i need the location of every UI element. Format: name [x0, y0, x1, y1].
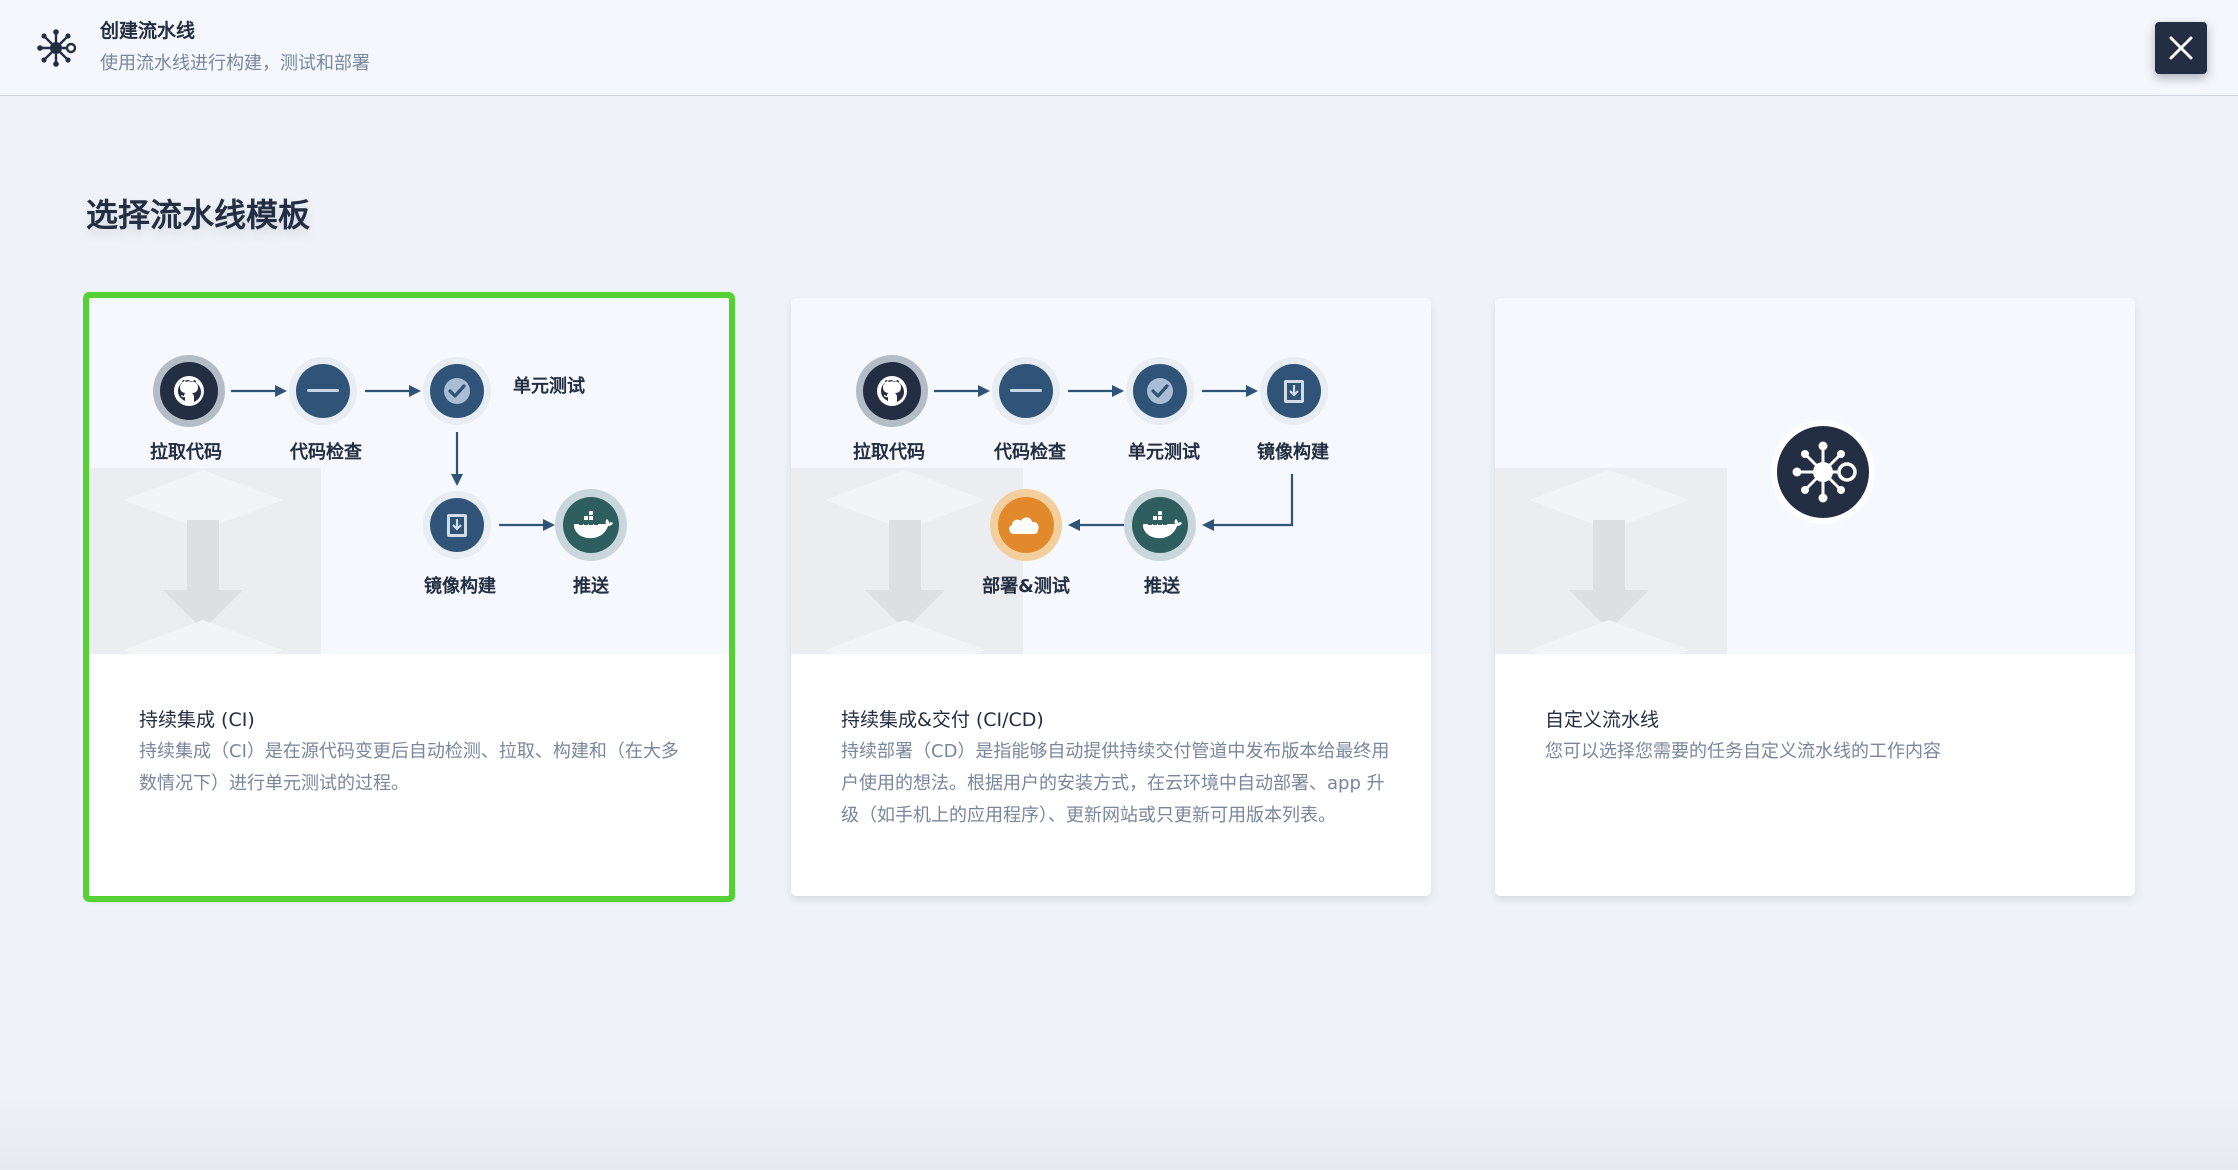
cicd-pipeline-diagram: 拉取代码 代码检查 单元测试 镜像构建 部署&测试 推送	[791, 298, 1431, 654]
close-button[interactable]	[2155, 22, 2207, 74]
github-icon	[153, 355, 225, 427]
sonarqube-icon	[289, 357, 357, 425]
check-icon	[421, 355, 493, 427]
card-title: 持续集成 (CI)	[139, 709, 255, 731]
step-label-check: 代码检查	[994, 442, 1066, 463]
card-description: 持续部署（CD）是指能够自动提供持续交付管道中发布版本给最终用户使用的想法。根据…	[841, 741, 1390, 826]
custom-pipeline-diagram	[1495, 298, 2135, 654]
flow-arrow-icon	[1068, 519, 1124, 531]
header-title: 创建流水线	[100, 20, 196, 42]
card-title: 持续集成&交付 (CI/CD)	[841, 709, 1044, 731]
docker-icon	[555, 489, 627, 561]
flow-arrow-icon	[499, 519, 555, 531]
step-label-build: 镜像构建	[1257, 442, 1329, 463]
card-description: 您可以选择您需要的任务自定义流水线的工作内容	[1545, 741, 1941, 762]
step-label-test: 单元测试	[1128, 442, 1200, 463]
flow-arrow-icon	[451, 432, 463, 486]
background-watermark-icon	[1495, 468, 1727, 654]
step-label-push: 推送	[1144, 576, 1180, 597]
step-label-pull: 拉取代码	[150, 442, 222, 463]
flow-arrow-icon	[231, 385, 287, 397]
step-label-push: 推送	[573, 576, 609, 597]
step-label-test: 单元测试	[513, 376, 585, 397]
header-subtitle: 使用流水线进行构建，测试和部署	[100, 53, 370, 74]
flow-arrow-icon	[1068, 385, 1124, 397]
template-card-custom[interactable]: 自定义流水线 您可以选择您需要的任务自定义流水线的工作内容	[1495, 298, 2135, 896]
cloud-icon	[990, 489, 1062, 561]
step-label-pull: 拉取代码	[853, 442, 925, 463]
background-watermark-icon	[89, 468, 321, 654]
step-label-deploy: 部署&测试	[982, 576, 1070, 597]
card-description: 持续集成（CI）是在源代码变更后自动检测、拉取、构建和（在大多数情况下）进行单元…	[139, 741, 679, 794]
ci-pipeline-diagram: 拉取代码 代码检查 单元测试 镜像构建 推送	[89, 298, 729, 654]
docker-icon	[1124, 489, 1196, 561]
flow-arrow-icon	[1202, 474, 1294, 531]
step-label-check: 代码检查	[290, 442, 362, 463]
card-body: 持续集成&交付 (CI/CD) 持续部署（CD）是指能够自动提供持续交付管道中发…	[791, 654, 1431, 896]
step-label-build: 镜像构建	[424, 576, 496, 597]
pipeline-logo-icon	[37, 29, 76, 67]
image-build-icon	[421, 489, 493, 561]
pipeline-hub-icon	[1771, 420, 1875, 524]
template-card-cicd[interactable]: 拉取代码 代码检查 单元测试 镜像构建 部署&测试 推送 持续集成&交付 (CI…	[791, 298, 1431, 896]
close-icon	[2169, 36, 2193, 60]
flow-arrow-icon	[365, 385, 421, 397]
page-header: 创建流水线 使用流水线进行构建，测试和部署	[0, 0, 2238, 96]
template-card-ci[interactable]: 拉取代码 代码检查 单元测试 镜像构建 推送 持续集成 (CI) 持续集成（CI…	[89, 298, 729, 896]
check-icon	[1124, 355, 1196, 427]
card-body: 持续集成 (CI) 持续集成（CI）是在源代码变更后自动检测、拉取、构建和（在大…	[89, 654, 729, 896]
flow-arrow-icon	[1202, 385, 1258, 397]
flow-arrow-icon	[934, 385, 990, 397]
card-body: 自定义流水线 您可以选择您需要的任务自定义流水线的工作内容	[1495, 654, 2135, 896]
sonarqube-icon	[992, 357, 1060, 425]
background-watermark-icon	[791, 468, 1023, 654]
section-title: 选择流水线模板	[86, 196, 311, 234]
card-title: 自定义流水线	[1545, 709, 1660, 731]
github-icon	[856, 355, 928, 427]
page-bottom-edge	[0, 1100, 2238, 1170]
image-build-icon	[1258, 355, 1330, 427]
